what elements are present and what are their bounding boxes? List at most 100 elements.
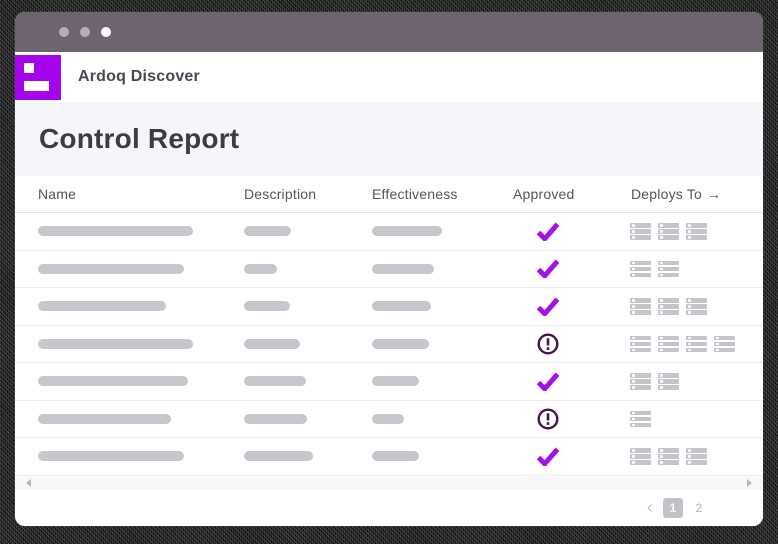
name-placeholder-bar bbox=[38, 413, 171, 424]
list-line-shape bbox=[658, 448, 679, 453]
deploy-target-list-icon[interactable] bbox=[686, 223, 707, 240]
column-header-approved[interactable]: Approved bbox=[513, 176, 575, 212]
description-placeholder-bar bbox=[244, 263, 277, 274]
description-placeholder-bar bbox=[244, 413, 307, 424]
description-placeholder-bar bbox=[244, 451, 313, 462]
deploy-target-list-icon[interactable] bbox=[630, 335, 651, 352]
horizontal-scrollbar[interactable] bbox=[15, 475, 763, 490]
deploy-target-list-icon[interactable] bbox=[658, 448, 679, 465]
approved-check-icon bbox=[536, 297, 560, 316]
list-line-shape bbox=[658, 298, 679, 303]
list-line-shape bbox=[686, 304, 707, 309]
list-line-shape bbox=[686, 310, 707, 315]
scroll-left-icon[interactable] bbox=[26, 479, 31, 487]
window-control-dot-2[interactable] bbox=[80, 27, 90, 37]
deploy-target-list-icon[interactable] bbox=[630, 410, 651, 427]
name-placeholder-bar bbox=[38, 301, 166, 312]
list-line-shape bbox=[658, 341, 679, 346]
pagination-page-1[interactable]: 1 bbox=[663, 497, 683, 518]
approved-cell bbox=[513, 251, 583, 288]
list-line-shape bbox=[658, 373, 679, 378]
name-placeholder-bar bbox=[38, 263, 184, 274]
effectiveness-placeholder-bar bbox=[372, 226, 442, 237]
deploy-target-list-icon[interactable] bbox=[630, 373, 651, 390]
deploy-target-list-icon[interactable] bbox=[686, 298, 707, 315]
column-header-deploys-to[interactable]: Deploys To → bbox=[631, 176, 721, 212]
list-line-shape bbox=[686, 223, 707, 228]
not-approved-alert-icon bbox=[537, 333, 559, 355]
list-line-shape bbox=[686, 347, 707, 352]
list-line-shape bbox=[686, 235, 707, 240]
list-line-shape bbox=[686, 460, 707, 465]
deploy-target-list-icon[interactable] bbox=[714, 335, 735, 352]
deploy-target-list-icon[interactable] bbox=[686, 448, 707, 465]
table-footer: ‹ 1 2 bbox=[15, 489, 763, 526]
deploy-target-list-icon[interactable] bbox=[630, 260, 651, 277]
app-window: Ardoq Discover Control Report Name Descr… bbox=[15, 12, 763, 526]
list-line-shape bbox=[630, 460, 651, 465]
table-row[interactable] bbox=[15, 363, 763, 401]
deploys-to-label: Deploys To bbox=[631, 186, 703, 202]
deploy-target-list-icon[interactable] bbox=[658, 298, 679, 315]
list-line-shape bbox=[686, 335, 707, 340]
description-placeholder-bar bbox=[244, 338, 300, 349]
window-control-dot-3[interactable] bbox=[101, 27, 111, 37]
list-line-shape bbox=[658, 229, 679, 234]
deploy-target-list-icon[interactable] bbox=[658, 373, 679, 390]
list-line-shape bbox=[630, 229, 651, 234]
deploy-target-list-icon[interactable] bbox=[630, 448, 651, 465]
scroll-right-icon[interactable] bbox=[747, 479, 752, 487]
description-placeholder-bar bbox=[244, 226, 291, 237]
not-approved-alert-icon bbox=[537, 408, 559, 430]
list-line-shape bbox=[630, 416, 651, 421]
list-line-shape bbox=[658, 347, 679, 352]
page-header: Control Report bbox=[15, 102, 763, 176]
list-line-shape bbox=[686, 448, 707, 453]
table-row[interactable] bbox=[15, 213, 763, 251]
deploy-target-list-icon[interactable] bbox=[630, 298, 651, 315]
column-header-effectiveness[interactable]: Effectiveness bbox=[372, 176, 458, 212]
pagination-page-2[interactable]: 2 bbox=[693, 501, 705, 515]
deploy-target-list-icon[interactable] bbox=[658, 335, 679, 352]
table-row[interactable] bbox=[15, 325, 763, 363]
table-row[interactable] bbox=[15, 438, 763, 476]
list-line-shape bbox=[630, 235, 651, 240]
approved-check-icon bbox=[536, 259, 560, 279]
deploy-target-list-icon[interactable] bbox=[658, 260, 679, 277]
deploys-to-cell bbox=[630, 438, 707, 475]
approved-cell bbox=[513, 438, 583, 475]
deploy-target-list-icon[interactable] bbox=[630, 223, 651, 240]
approved-cell bbox=[513, 326, 583, 363]
deploy-target-list-icon[interactable] bbox=[658, 223, 679, 240]
effectiveness-placeholder-bar bbox=[372, 338, 429, 349]
page-title: Control Report bbox=[39, 123, 240, 154]
effectiveness-placeholder-bar bbox=[372, 376, 419, 387]
list-line-shape bbox=[714, 347, 735, 352]
list-line-shape bbox=[714, 335, 735, 340]
approved-check-icon bbox=[536, 447, 560, 466]
table-row[interactable] bbox=[15, 250, 763, 288]
pagination-prev-icon[interactable]: ‹ bbox=[647, 498, 653, 518]
column-header-name[interactable]: Name bbox=[38, 176, 76, 212]
column-header-description[interactable]: Description bbox=[244, 176, 316, 212]
deploys-to-cell bbox=[630, 213, 707, 250]
list-line-shape bbox=[658, 454, 679, 459]
effectiveness-placeholder-bar bbox=[372, 301, 431, 312]
ardoq-logo-icon[interactable] bbox=[15, 55, 61, 100]
list-line-shape bbox=[658, 235, 679, 240]
list-line-shape bbox=[630, 379, 651, 384]
approved-cell bbox=[513, 288, 583, 325]
effectiveness-placeholder-bar bbox=[372, 413, 404, 424]
list-line-shape bbox=[630, 298, 651, 303]
deploy-target-list-icon[interactable] bbox=[686, 335, 707, 352]
table-row[interactable] bbox=[15, 400, 763, 438]
arrow-right-icon: → bbox=[707, 186, 722, 202]
window-control-dot-1[interactable] bbox=[59, 27, 69, 37]
list-line-shape bbox=[630, 266, 651, 271]
list-line-shape bbox=[658, 379, 679, 384]
table-header: Name Description Effectiveness Approved … bbox=[15, 176, 763, 213]
deploys-to-cell bbox=[630, 401, 651, 438]
list-line-shape bbox=[686, 298, 707, 303]
list-line-shape bbox=[630, 304, 651, 309]
table-row[interactable] bbox=[15, 288, 763, 326]
